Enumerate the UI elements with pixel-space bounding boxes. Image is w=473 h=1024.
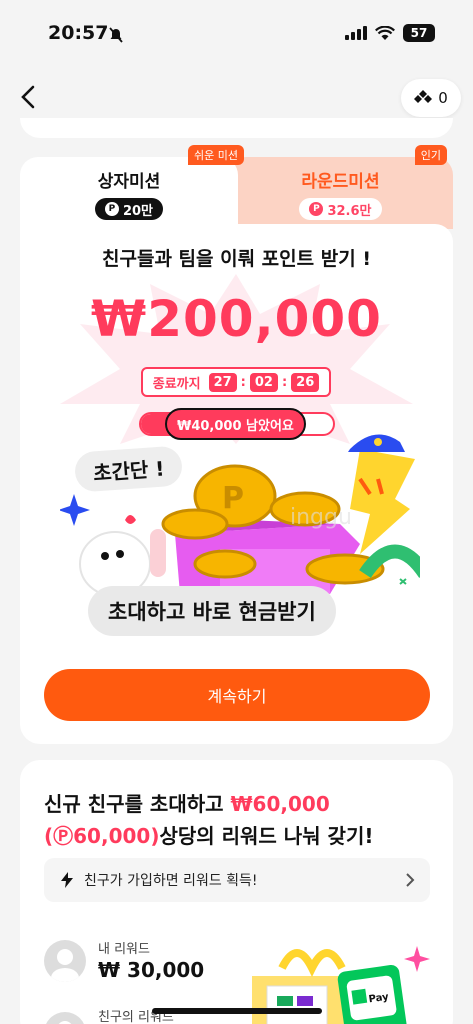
- timer-seconds: 26: [291, 372, 320, 392]
- mission-headline: 친구들과 팀을 이뤄 포인트 받기 !: [102, 248, 371, 270]
- signal-icon: [345, 26, 367, 40]
- point-coin-icon: P: [309, 202, 324, 216]
- referral-reward-card: 신규 친구를 초대하고 ₩60,000 (Ⓟ60,000)상당의 리워드 나눠 …: [20, 760, 453, 1024]
- reward-info-row[interactable]: 친구가 가입하면 리워드 획득!: [44, 858, 430, 902]
- info-text: 친구가 가입하면 리워드 획득!: [84, 873, 258, 889]
- headline-amount: ₩60,000: [230, 792, 330, 816]
- tab-reward-badge: P 32.6만: [299, 198, 382, 220]
- tab-round-mission[interactable]: 인기 라운드미션 P 32.6만: [228, 145, 453, 229]
- timer-separator: :: [240, 374, 246, 390]
- countdown-timer: 종료까지 27 : 02 : 26: [141, 367, 331, 397]
- tab-badge-text: 32.6만: [327, 203, 372, 219]
- timer-minutes: 02: [249, 372, 278, 392]
- invite-bubble: 초대하고 바로 현금받기: [88, 586, 336, 636]
- watermark: inggu: [290, 505, 352, 530]
- status-bar: 20:57 57: [0, 0, 473, 70]
- my-reward-label: 내 리워드: [98, 942, 150, 957]
- status-icons: 57: [345, 24, 435, 42]
- timer-hours: 27: [208, 372, 237, 392]
- chevron-right-icon: [406, 873, 415, 887]
- user-icon: [58, 1021, 72, 1024]
- headline-points: (Ⓟ60,000): [44, 824, 160, 848]
- points-value: 0: [438, 89, 448, 107]
- mission-tabs: 인기 라운드미션 P 32.6만 쉬운 미션 상자미션 P 20만: [20, 145, 453, 229]
- avatar: [44, 940, 86, 982]
- mission-card: 친구들과 팀을 이뤄 포인트 받기 ! ₩200,000 종료까지 27 : 0…: [20, 224, 453, 744]
- my-reward-value: ₩ 30,000: [98, 958, 205, 982]
- easy-bubble: 초간단 !: [73, 445, 184, 493]
- previous-card-edge: [20, 118, 453, 138]
- svg-text:P: P: [222, 481, 244, 516]
- timer-separator: :: [281, 374, 288, 390]
- reward-amount: ₩200,000: [91, 290, 382, 348]
- headline-text: 상당의 리워드 나눠 갖기!: [159, 824, 374, 848]
- status-time: 20:57: [48, 22, 109, 44]
- tab-reward-badge: P 20만: [94, 198, 164, 220]
- tab-title: 상자미션: [97, 172, 161, 192]
- popular-tag: 인기: [414, 145, 447, 165]
- back-arrow-icon[interactable]: [16, 84, 42, 110]
- battery-indicator: 57: [403, 24, 435, 42]
- tab-box-mission[interactable]: 쉬운 미션 상자미션 P 20만: [20, 145, 244, 229]
- lightning-icon: [61, 872, 73, 888]
- home-indicator: [152, 1008, 322, 1014]
- avatar: [44, 1012, 86, 1024]
- easy-tag: 쉬운 미션: [188, 145, 244, 165]
- point-coin-icon: P: [104, 202, 119, 216]
- continue-button[interactable]: 계속하기: [44, 669, 430, 721]
- wifi-icon: [375, 25, 395, 40]
- reward-headline-line1: 신규 친구를 초대하고 ₩60,000: [44, 788, 330, 817]
- tab-badge-text: 20만: [122, 203, 154, 219]
- user-icon: [51, 949, 79, 982]
- tab-title: 라운드미션: [301, 172, 380, 192]
- points-icon: [414, 90, 433, 103]
- headline-text: 신규 친구를 초대하고: [44, 792, 231, 816]
- timer-label: 종료까지: [152, 376, 201, 392]
- bell-muted-icon: [109, 27, 123, 43]
- points-button[interactable]: 0: [401, 79, 461, 117]
- reward-headline-line2: (Ⓟ60,000)상당의 리워드 나눠 갖기!: [44, 820, 373, 849]
